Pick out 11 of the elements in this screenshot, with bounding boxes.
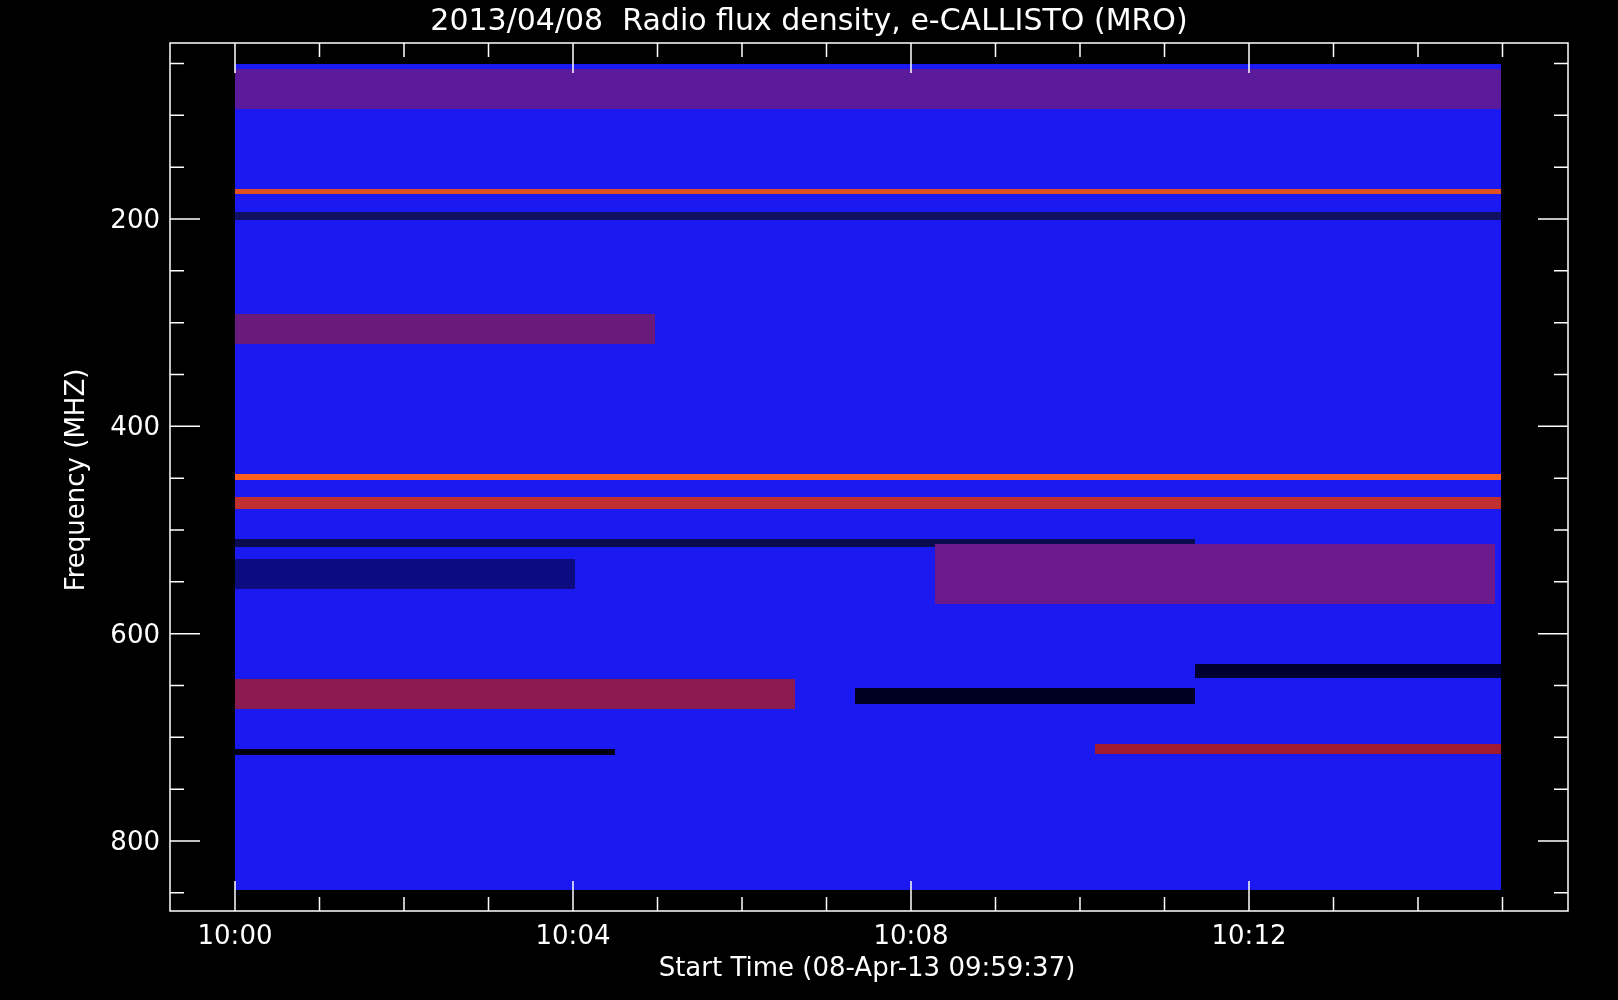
tick-label: 600	[110, 618, 160, 649]
tick-label: 800	[110, 826, 160, 856]
tick-label: 400	[110, 411, 160, 442]
tick-label: 200	[110, 204, 160, 234]
axis-label: Start Time (08-Apr-13 09:59:37)	[658, 952, 1076, 982]
chart-title: 2013/04/08 Radio flux density, e-CALLISTO (MRO)	[430, 2, 1188, 37]
axis-label: Frequency (MHZ)	[60, 368, 90, 592]
tick-label: 10:08	[873, 920, 949, 950]
tick-label: 10:12	[1211, 920, 1287, 950]
tick-label: 10:04	[535, 920, 611, 950]
tick-label: 10:00	[197, 920, 273, 950]
